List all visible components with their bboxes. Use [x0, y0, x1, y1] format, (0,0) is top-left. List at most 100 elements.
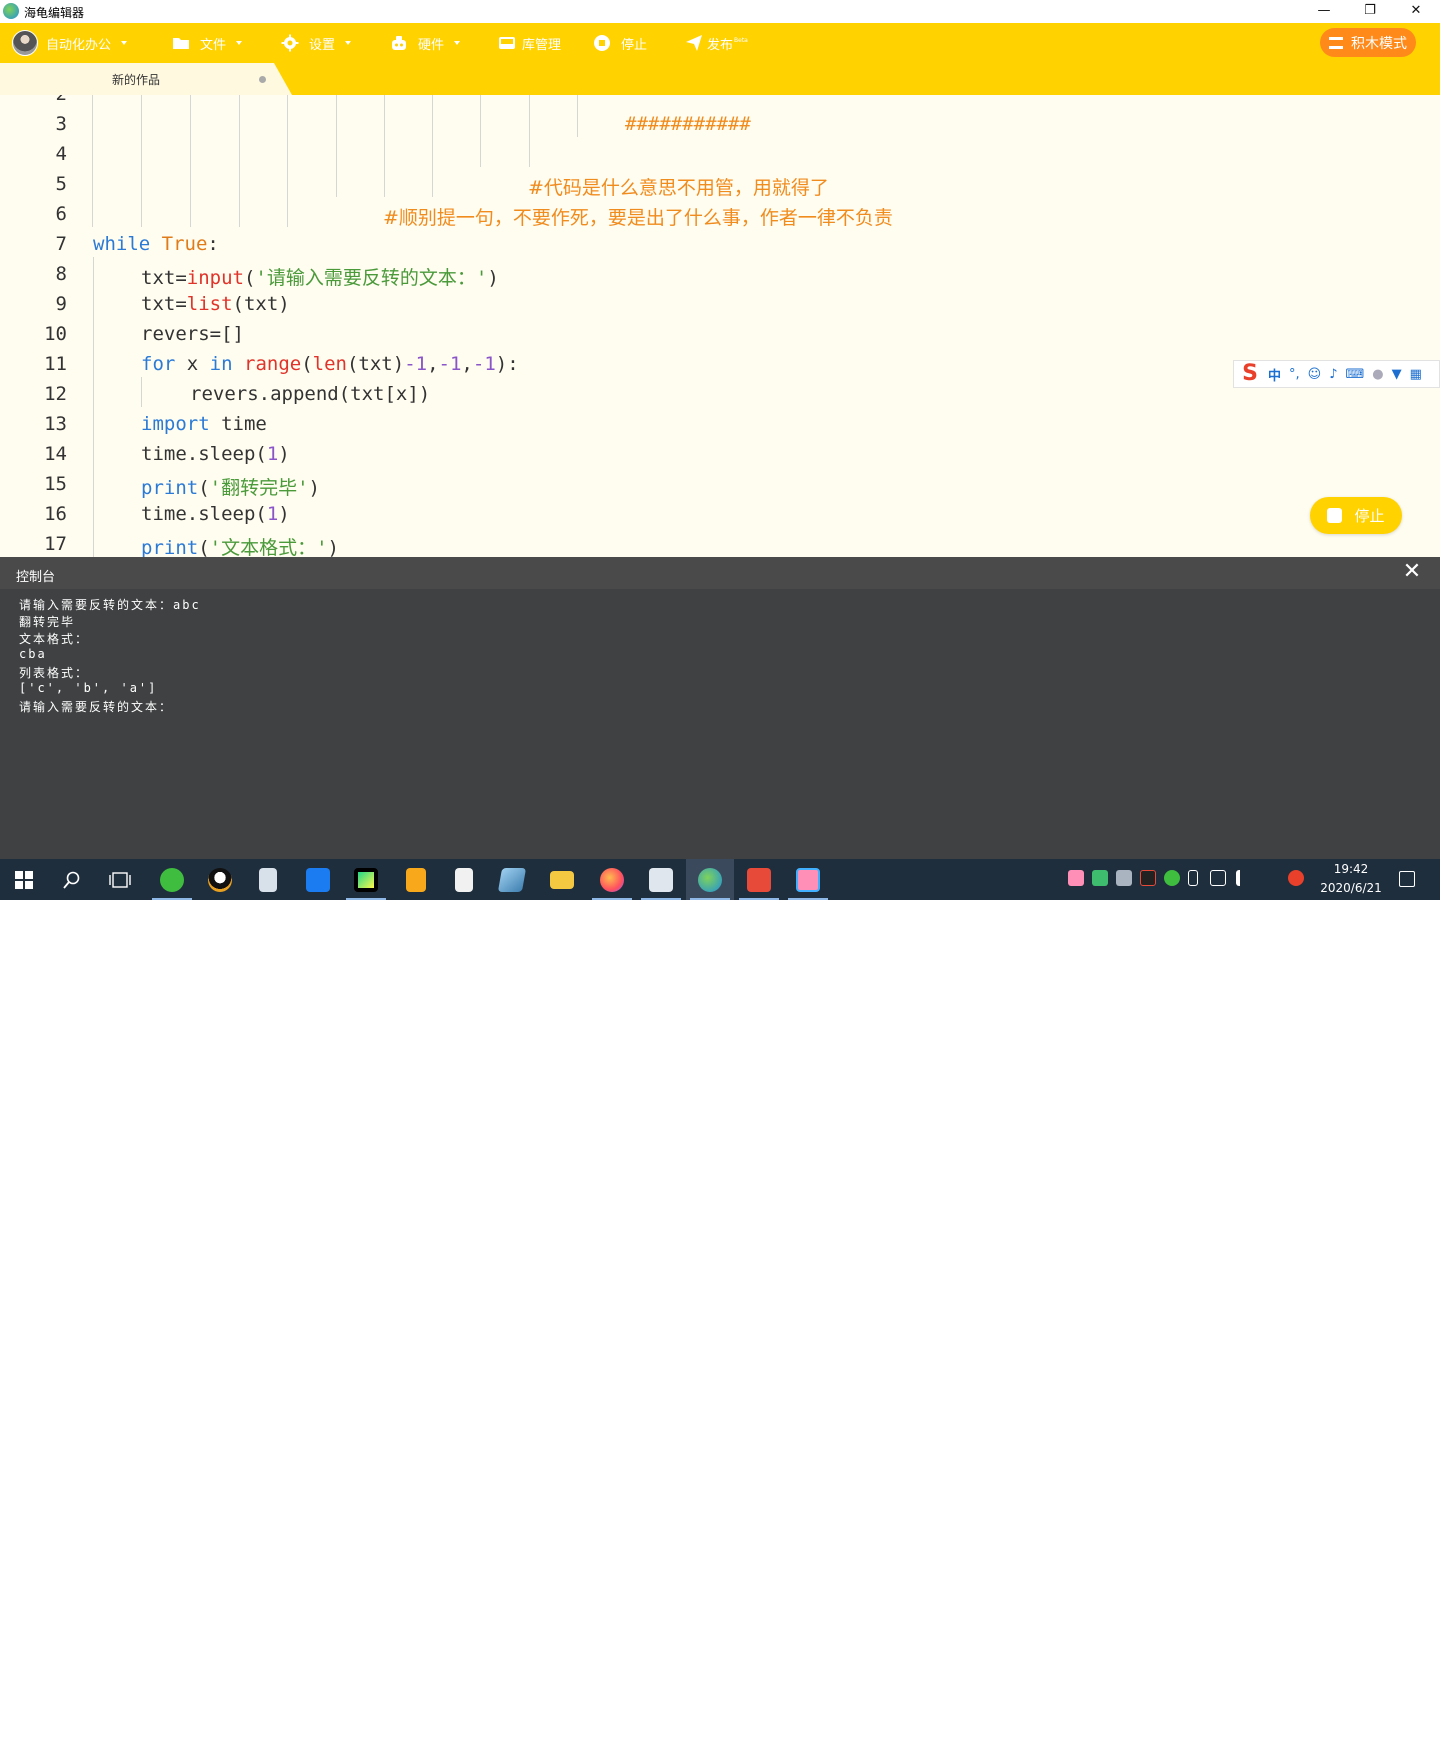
- punctuation-icon[interactable]: °,: [1289, 367, 1300, 382]
- line-number: 11: [44, 353, 67, 375]
- start-button[interactable]: [0, 859, 48, 900]
- line-number: 13: [44, 413, 67, 435]
- number: -1: [404, 353, 428, 375]
- file-menu[interactable]: 文件: [172, 32, 243, 54]
- tray-app-icon[interactable]: [1116, 870, 1132, 886]
- ime-mode-toggle[interactable]: 中: [1268, 365, 1281, 384]
- indent-guide: [190, 95, 191, 227]
- search-button[interactable]: [48, 859, 96, 900]
- line-number: 7: [55, 233, 67, 255]
- taskbar-notebook[interactable]: [488, 859, 536, 900]
- line-number: 8: [55, 263, 67, 285]
- grid-menu-icon[interactable]: ▦: [1410, 367, 1422, 382]
- library-manager-label: 库管理: [522, 37, 562, 53]
- tray-app-icon[interactable]: [1068, 870, 1084, 886]
- keyboard-icon[interactable]: ⌨: [1346, 367, 1365, 382]
- taskbar-turtle-editor[interactable]: [686, 859, 734, 900]
- blocks-icon: [1329, 36, 1343, 49]
- taskbar-doc-tool[interactable]: [440, 859, 488, 900]
- taskbar-calculator[interactable]: [244, 859, 292, 900]
- maximize-button[interactable]: ❐: [1347, 0, 1393, 23]
- tab-bar-gutter: [0, 63, 92, 95]
- taskbar-notes[interactable]: [392, 859, 440, 900]
- code-editor[interactable]: 2 3 4 5 6 7 8 9 10 11 12 13 14 15 16 17 …: [0, 95, 1440, 557]
- indent-guide: [239, 95, 240, 227]
- automation-menu[interactable]: 自动化办公: [12, 29, 128, 57]
- notebook-icon: [497, 867, 527, 892]
- input-language-indicator[interactable]: 中: [1262, 1730, 1275, 1749]
- line-number: 12: [44, 383, 67, 405]
- taskbar-qq[interactable]: [196, 859, 244, 900]
- sogou-tray-icon[interactable]: [1288, 870, 1304, 886]
- red-app-icon: [747, 867, 771, 892]
- tab-new-work[interactable]: 新的作品: [92, 63, 292, 95]
- main-toolbar: 自动化办公 文件 设置 硬件 库管理 停止 发布 Beta 积木模式: [0, 23, 1440, 63]
- task-view-button[interactable]: [96, 859, 144, 900]
- number: 1: [266, 443, 279, 465]
- minimize-button[interactable]: —: [1301, 0, 1347, 23]
- taskbar-app-red[interactable]: [735, 859, 783, 900]
- network-icon[interactable]: [1210, 870, 1226, 886]
- microphone-icon[interactable]: ♪: [1329, 367, 1337, 382]
- file-menu-label: 文件: [200, 37, 227, 53]
- user-icon[interactable]: ●: [1372, 367, 1383, 382]
- title-bar: 海龟编辑器 — ❐ ✕: [0, 0, 1440, 23]
- gear-icon: [281, 34, 299, 52]
- close-button[interactable]: ✕: [1393, 0, 1439, 23]
- indent-guide: [141, 95, 142, 227]
- indent-guide: [480, 95, 481, 167]
- code-line-17: print('文本格式：'): [141, 533, 339, 557]
- keyword: import: [141, 413, 210, 435]
- automation-menu-label: 自动化办公: [46, 37, 112, 53]
- console-line: 请输入需要反转的文本：: [19, 700, 174, 714]
- indent-guide: [384, 95, 385, 197]
- line-number: 14: [44, 443, 67, 465]
- line-number: 16: [44, 503, 67, 525]
- sogou-logo-icon: S: [1242, 361, 1258, 386]
- floating-stop-label: 停止: [1354, 507, 1385, 525]
- usb-icon[interactable]: [1188, 870, 1198, 886]
- number: 1: [266, 503, 279, 525]
- clock-date[interactable]: 2020/6/21: [1314, 881, 1388, 895]
- builtin: input: [186, 267, 244, 289]
- clock-time[interactable]: 19:42: [1318, 862, 1384, 876]
- indent-guide: [92, 95, 93, 227]
- taskbar-app-pink[interactable]: [784, 859, 832, 900]
- window-title: 海龟编辑器: [24, 6, 85, 20]
- robot-icon: [392, 36, 406, 50]
- keyword: while: [93, 233, 151, 255]
- tray-app-icon[interactable]: [1140, 870, 1156, 886]
- floating-stop-button[interactable]: 停止: [1310, 497, 1402, 534]
- skin-icon[interactable]: ▼: [1392, 367, 1402, 382]
- library-manager-button[interactable]: 库管理: [498, 32, 561, 54]
- code-line-15: print('翻转完毕'): [141, 473, 320, 500]
- hardware-menu[interactable]: 硬件: [390, 32, 461, 54]
- code-comment: #顺别提一句，不要作死，要是出了什么事，作者一律不负责: [383, 207, 893, 229]
- notification-icon[interactable]: [1399, 871, 1415, 887]
- blocks-mode-button[interactable]: 积木模式: [1320, 28, 1416, 57]
- publish-button[interactable]: 发布 Beta: [685, 32, 748, 54]
- settings-menu[interactable]: 设置: [281, 32, 352, 54]
- taskbar-firefox[interactable]: [588, 859, 636, 900]
- notes-icon: [406, 867, 426, 892]
- indent-guide: [577, 95, 578, 137]
- taskbar-file-explorer[interactable]: [538, 859, 586, 900]
- code-text: ): [308, 477, 320, 499]
- emoji-icon[interactable]: ☺: [1308, 367, 1322, 382]
- tray-app-icon[interactable]: [1092, 870, 1108, 886]
- unsaved-dot-icon[interactable]: [259, 76, 266, 83]
- builtin: range: [244, 353, 302, 375]
- taskbar-app-blue[interactable]: [294, 859, 342, 900]
- taskbar-wechat[interactable]: [148, 859, 196, 900]
- console-close-icon[interactable]: ✕: [1400, 560, 1424, 584]
- taskbar-remote-desktop[interactable]: [637, 859, 685, 900]
- volume-icon[interactable]: [1236, 870, 1252, 886]
- stop-button[interactable]: 停止: [593, 32, 647, 54]
- tray-wechat-icon[interactable]: [1164, 870, 1180, 886]
- console-title: 控制台: [16, 570, 56, 585]
- console-output[interactable]: 请输入需要反转的文本：abc 翻转完毕 文本格式： cba 列表格式： ['c'…: [0, 589, 1440, 859]
- taskbar-pycharm[interactable]: [342, 859, 390, 900]
- line-number: 10: [44, 323, 67, 345]
- ime-toolbar[interactable]: S 中 °, ☺ ♪ ⌨ ● ▼ ▦: [1233, 360, 1440, 388]
